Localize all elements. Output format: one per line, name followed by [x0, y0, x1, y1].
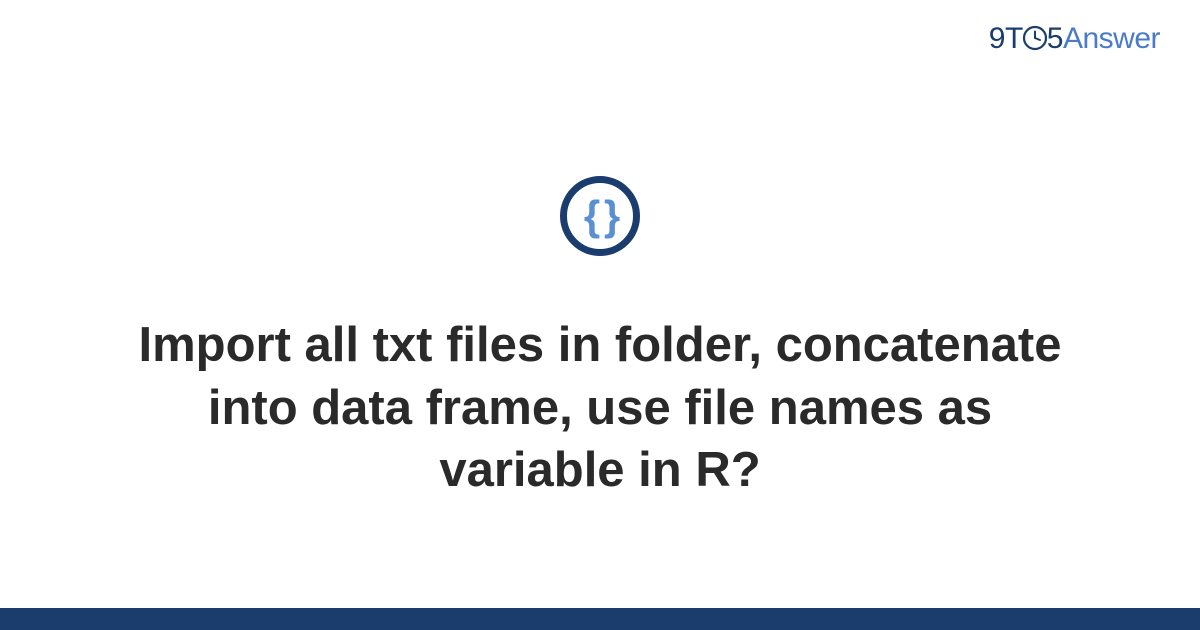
- footer-bar: [0, 608, 1200, 630]
- category-icon-circle: { }: [560, 176, 640, 256]
- code-braces-icon: { }: [584, 192, 616, 240]
- question-title: Import all txt files in folder, concaten…: [120, 314, 1080, 502]
- main-content: { } Import all txt files in folder, conc…: [0, 0, 1200, 608]
